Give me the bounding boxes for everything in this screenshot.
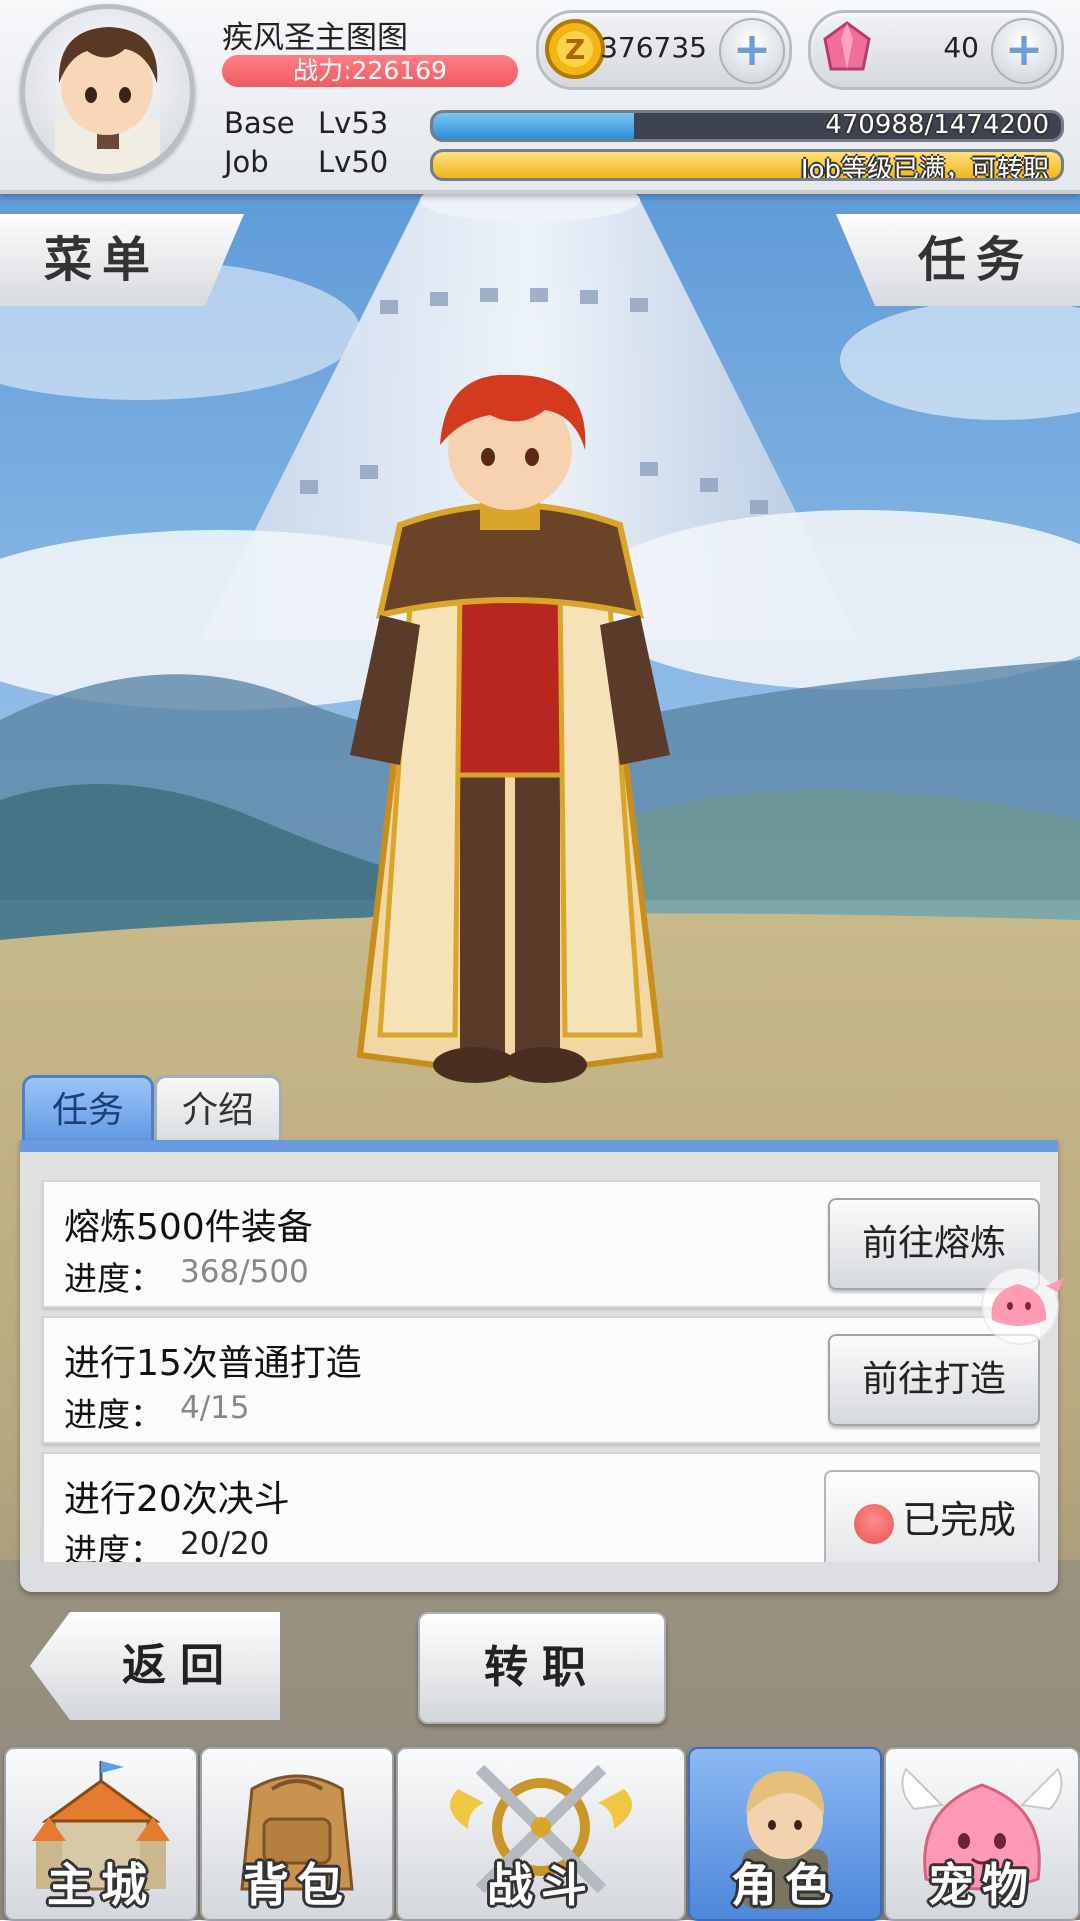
job-exp-text: Job等级已满，可转职 <box>800 155 1049 181</box>
base-level: Lv53 <box>318 106 389 140</box>
nav-label: 战斗 <box>487 1858 595 1912</box>
nav-item-main-city[interactable]: 主城 <box>4 1747 198 1921</box>
gold-currency: Z 376735 + <box>536 10 792 90</box>
quest-progress-label: 进度： <box>64 1531 163 1562</box>
tab-intro[interactable]: 介绍 <box>154 1075 282 1144</box>
menu-button[interactable]: 菜单 <box>0 214 244 306</box>
go-forge-button[interactable]: 前往打造 <box>828 1334 1040 1426</box>
player-name: 疾风圣主图图 <box>222 20 408 56</box>
quest-item: 进行20次决斗 进度： 20/20 已完成 <box>42 1452 1040 1562</box>
gold-coin-icon: Z <box>545 19 605 79</box>
nav-label: 宠物 <box>928 1858 1036 1912</box>
pink-gem-icon <box>823 21 871 71</box>
bottom-navigation: 主城 背包 战斗 角色 宠物 <box>0 1745 1080 1921</box>
quest-progress: 20/20 <box>180 1526 270 1562</box>
quests-button[interactable]: 任务 <box>836 214 1080 306</box>
nav-item-pet[interactable]: 宠物 <box>884 1747 1080 1921</box>
floating-poring-icon[interactable] <box>978 1262 1070 1346</box>
nav-label: 角色 <box>731 1858 839 1912</box>
completed-label: 已完成 <box>902 1498 1017 1542</box>
job-change-button[interactable]: 转职 <box>418 1612 666 1724</box>
gem-amount: 40 <box>943 31 979 64</box>
tab-quests[interactable]: 任务 <box>22 1075 154 1144</box>
combat-power-badge: 战力:226169 <box>222 55 518 87</box>
gem-currency: 40 + <box>808 10 1064 90</box>
back-button[interactable]: 返回 <box>30 1612 280 1720</box>
nav-label: 背包 <box>243 1858 351 1912</box>
quest-item: 进行15次普通打造 进度： 4/15 前往打造 <box>42 1316 1040 1444</box>
base-label: Base <box>224 106 295 140</box>
quest-title: 熔炼500件装备 <box>64 1207 313 1248</box>
quest-item: 熔炼500件装备 进度： 368/500 前往熔炼 <box>42 1180 1040 1308</box>
gold-amount: 376735 <box>600 31 707 64</box>
player-status-header: 疾风圣主图图 战力:226169 Z 376735 + 40 + Base Lv… <box>0 0 1080 194</box>
quest-progress: 4/15 <box>180 1390 250 1426</box>
character-sprite <box>350 375 670 1083</box>
add-gold-button[interactable]: + <box>719 18 785 84</box>
poring-face-icon <box>854 1504 894 1544</box>
base-exp-fill <box>433 113 634 139</box>
quest-progress-label: 进度： <box>64 1259 163 1298</box>
job-level: Lv50 <box>318 145 389 179</box>
quest-list[interactable]: 熔炼500件装备 进度： 368/500 前往熔炼 进行15次普通打造 进度： … <box>20 1180 1040 1562</box>
nav-label: 主城 <box>47 1858 155 1912</box>
avatar[interactable] <box>20 4 195 179</box>
svg-text:Z: Z <box>565 33 585 66</box>
nav-item-character[interactable]: 角色 <box>688 1747 882 1921</box>
quest-title: 进行15次普通打造 <box>64 1343 362 1384</box>
add-gems-button[interactable]: + <box>991 18 1057 84</box>
base-exp-bar: 470988/1474200 <box>430 110 1064 142</box>
nav-item-battle[interactable]: 战斗 <box>396 1747 686 1921</box>
player-portrait-icon <box>55 27 160 174</box>
quest-progress: 368/500 <box>180 1254 309 1290</box>
nav-item-backpack[interactable]: 背包 <box>200 1747 394 1921</box>
job-label: Job <box>224 145 269 179</box>
quest-progress-label: 进度： <box>64 1395 163 1434</box>
job-exp-bar: Job等级已满，可转职 <box>430 149 1064 181</box>
quest-title: 进行20次决斗 <box>64 1479 290 1520</box>
completed-button[interactable]: 已完成 <box>824 1470 1040 1562</box>
base-exp-text: 470988/1474200 <box>825 110 1049 140</box>
